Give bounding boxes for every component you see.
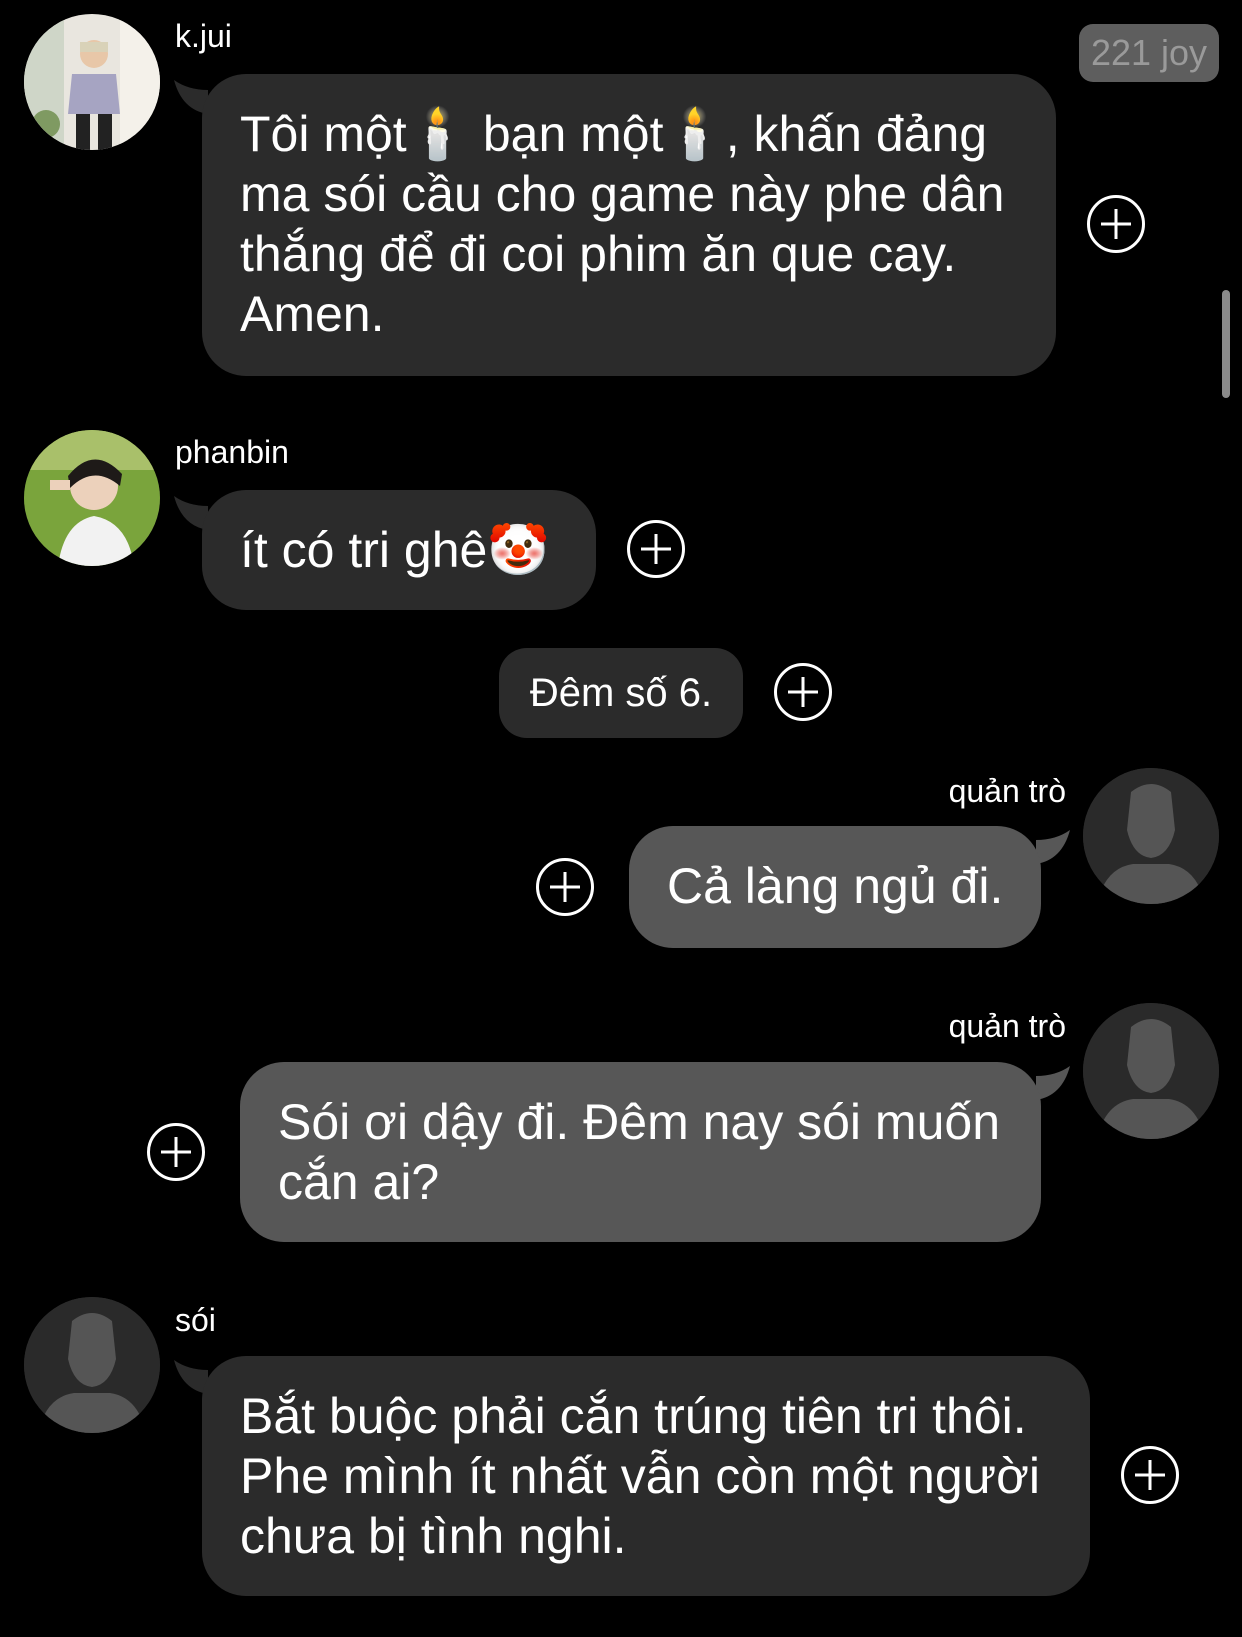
message-line: Amen. xyxy=(240,286,385,342)
scrollbar[interactable] xyxy=(1222,290,1230,398)
system-message[interactable]: Đêm số 6. xyxy=(499,648,743,738)
add-reaction-icon[interactable] xyxy=(774,663,832,721)
default-avatar-icon[interactable] xyxy=(1083,768,1219,904)
message-line: ít có tri ghê🤡 xyxy=(240,522,550,578)
message-bubble[interactable]: Sói ơi dậy đi. Đêm nay sói muốn cắn ai? xyxy=(240,1062,1041,1242)
message-bubble[interactable]: Cả làng ngủ đi. xyxy=(629,826,1041,948)
message-line: Bắt buộc phải cắn trúng tiên tri thôi. xyxy=(240,1388,1027,1444)
add-reaction-icon[interactable] xyxy=(1121,1446,1179,1504)
message-bubble[interactable]: Bắt buộc phải cắn trúng tiên tri thôi. P… xyxy=(202,1356,1090,1596)
bubble-tail xyxy=(1036,830,1070,864)
avatar-kjui[interactable] xyxy=(24,14,160,150)
message-line: Tôi một🕯️ bạn một🕯️, khấn đảng xyxy=(240,106,988,162)
points-badge: 221 joy xyxy=(1079,24,1219,82)
add-reaction-icon[interactable] xyxy=(1087,195,1145,253)
default-avatar-icon[interactable] xyxy=(24,1297,160,1433)
sender-name: phanbin xyxy=(175,434,289,470)
message-line: cắn ai? xyxy=(278,1154,440,1210)
message-line: Sói ơi dậy đi. Đêm nay sói muốn xyxy=(278,1094,1000,1150)
message-line: chưa bị tình nghi. xyxy=(240,1508,627,1564)
sender-name: quản trò xyxy=(948,1008,1066,1044)
add-reaction-icon[interactable] xyxy=(536,858,594,916)
sender-name: k.jui xyxy=(175,18,232,54)
bubble-tail xyxy=(1036,1066,1070,1100)
default-avatar-icon[interactable] xyxy=(1083,1003,1219,1139)
sender-name: quản trò xyxy=(948,773,1066,809)
add-reaction-icon[interactable] xyxy=(147,1123,205,1181)
message-bubble[interactable]: Tôi một🕯️ bạn một🕯️, khấn đảng ma sói cầ… xyxy=(202,74,1056,376)
avatar-phanbin[interactable] xyxy=(24,430,160,566)
message-line: Phe mình ít nhất vẫn còn một người xyxy=(240,1448,1041,1504)
message-line: thắng để đi coi phim ăn que cay. xyxy=(240,226,957,282)
add-reaction-icon[interactable] xyxy=(627,520,685,578)
message-line: ma sói cầu cho game này phe dân xyxy=(240,166,1005,222)
sender-name: sói xyxy=(175,1302,216,1338)
message-bubble[interactable]: ít có tri ghê🤡 xyxy=(202,490,596,610)
message-line: Cả làng ngủ đi. xyxy=(667,858,1004,914)
